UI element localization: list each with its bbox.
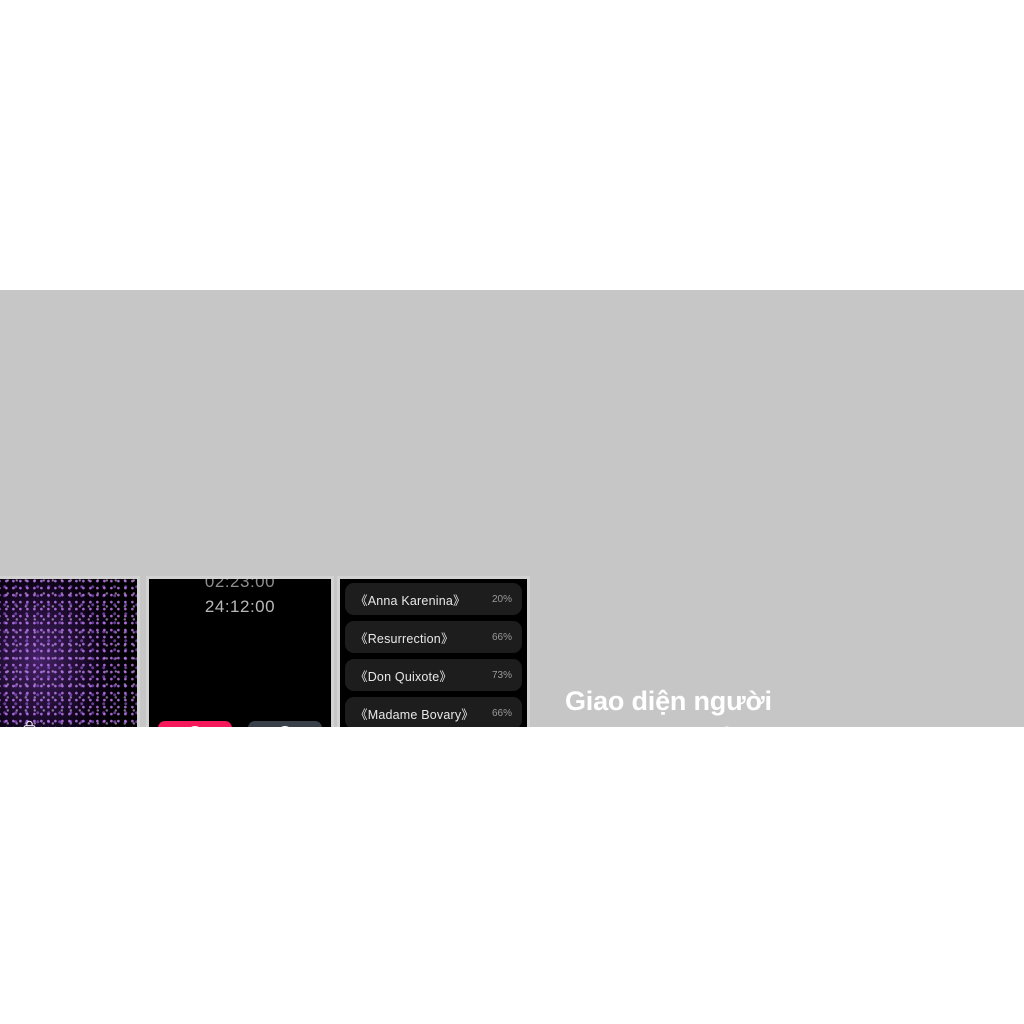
book-title: 《Resurrection》 [355, 631, 454, 646]
pause-button[interactable] [158, 721, 232, 727]
book-progress: 66% [491, 631, 512, 643]
headline-line-2: dùng FiiO gốc đơn [565, 723, 803, 727]
lock-icon [23, 720, 36, 727]
stop-button[interactable] [248, 721, 322, 727]
headline: Giao diện người dùng FiiO gốc đơn giản v… [565, 683, 815, 727]
book-progress: 66% [491, 707, 512, 719]
book-progress: 73% [491, 669, 512, 681]
book-title: 《Don Quixote》 [355, 669, 453, 684]
marketing-copy: Giao diện người dùng FiiO gốc đơn giản v… [565, 683, 815, 727]
timer-controls [149, 721, 331, 727]
product-feature-band: 20 56 c Trailer Theme LOBAL TIME STUDIOS [0, 290, 1024, 727]
book-list: 《Anna Karenina》 20% 《Resurrection》 66% 《… [340, 579, 527, 727]
device-lockscreen-panel [0, 576, 140, 727]
list-item[interactable]: 《Resurrection》 66% [345, 621, 522, 653]
book-progress: 20% [491, 593, 512, 605]
list-item[interactable]: 《Madame Bovary》 66% [345, 697, 522, 727]
list-item[interactable]: 《Don Quixote》 73% [345, 659, 522, 691]
lockscreen-wallpaper [0, 579, 137, 727]
book-title: 《Madame Bovary》 [355, 707, 475, 722]
book-title: 《Anna Karenina》 [355, 593, 466, 608]
list-item[interactable]: 《Anna Karenina》 20% [345, 583, 522, 615]
device-ereader-panel: 《Anna Karenina》 20% 《Resurrection》 66% 《… [337, 576, 530, 727]
timer-elapsed: 02:23:00 [204, 576, 276, 591]
pause-icon [187, 726, 203, 727]
headline-line-1: Giao diện người [565, 686, 772, 716]
stop-icon [277, 726, 293, 727]
device-timer-panel: 02:23:00 24:12:00 [146, 576, 334, 727]
timer-remaining: 24:12:00 [204, 597, 276, 616]
screenshot-root: 20 56 c Trailer Theme LOBAL TIME STUDIOS [0, 0, 1024, 1024]
